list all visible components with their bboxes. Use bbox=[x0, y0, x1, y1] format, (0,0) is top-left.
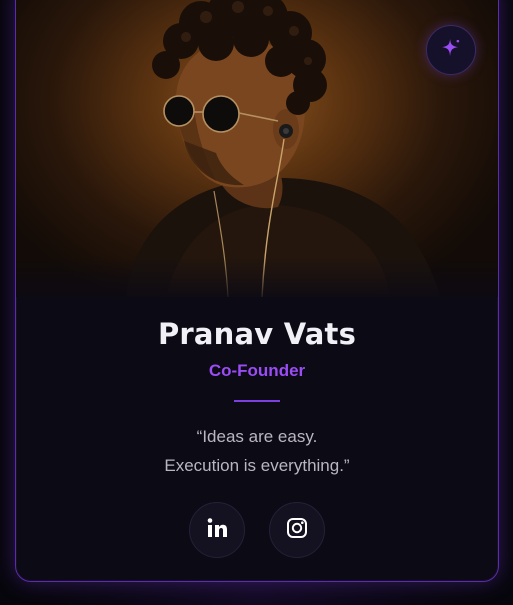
sparkle-icon bbox=[440, 37, 462, 64]
instagram-icon bbox=[285, 516, 309, 545]
instagram-button[interactable] bbox=[269, 502, 325, 558]
linkedin-icon bbox=[205, 516, 229, 545]
profile-quote: “Ideas are easy. Execution is everything… bbox=[16, 422, 498, 480]
photo-fade bbox=[16, 257, 498, 297]
profile-name: Pranav Vats bbox=[157, 317, 357, 351]
quote-line-2: Execution is everything.” bbox=[164, 456, 350, 475]
accent-divider bbox=[234, 400, 280, 402]
profile-role: Co-Founder bbox=[208, 361, 306, 380]
social-links bbox=[16, 502, 498, 558]
linkedin-button[interactable] bbox=[189, 502, 245, 558]
page: Pranav Vats Co-Founder “Ideas are easy. … bbox=[0, 0, 513, 605]
quote-line-1: “Ideas are easy. bbox=[196, 427, 318, 446]
sparkle-badge[interactable] bbox=[426, 25, 476, 75]
profile-card: Pranav Vats Co-Founder “Ideas are easy. … bbox=[15, 0, 499, 582]
profile-info: Pranav Vats Co-Founder “Ideas are easy. … bbox=[16, 297, 498, 558]
